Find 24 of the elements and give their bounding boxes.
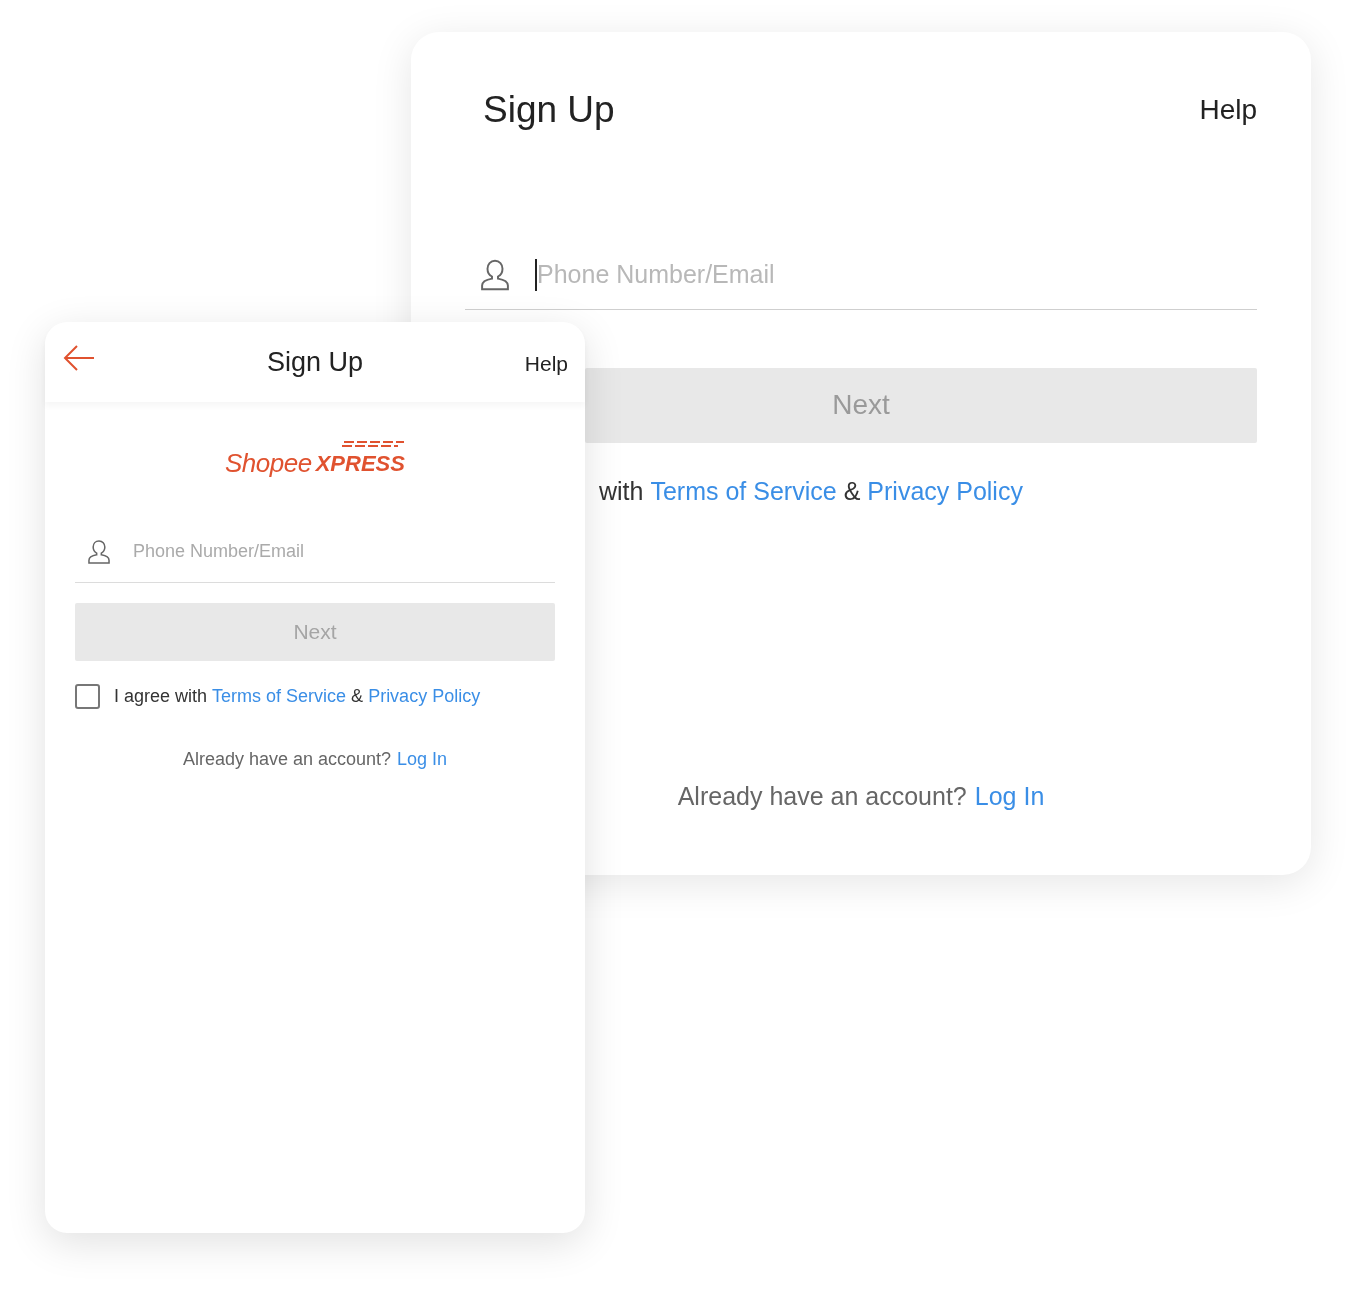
ampersand-text: &	[351, 685, 364, 708]
help-link[interactable]: Help	[1199, 88, 1257, 131]
agree-checkbox[interactable]	[75, 684, 100, 709]
next-button[interactable]: Next	[585, 367, 1257, 443]
ampersand-text: &	[843, 475, 861, 507]
phone-email-field[interactable]: Phone Number/Email	[537, 256, 1257, 294]
terms-link[interactable]: Terms of Service	[212, 683, 347, 710]
privacy-link[interactable]: Privacy Policy	[867, 472, 1023, 510]
login-link[interactable]: Log In	[974, 778, 1045, 816]
back-arrow-icon[interactable]	[63, 344, 95, 372]
agreement-text: with	[599, 475, 644, 507]
next-button[interactable]: Next	[75, 603, 555, 661]
phone-email-field[interactable]: Phone Number/Email	[133, 538, 555, 565]
agreement-text: I agree with	[114, 685, 208, 708]
login-link[interactable]: Log In	[397, 746, 448, 773]
terms-link[interactable]: Terms of Service	[650, 472, 837, 510]
page-title: Sign Up	[266, 345, 364, 379]
page-title: Sign Up	[483, 88, 615, 132]
user-icon	[85, 537, 113, 566]
privacy-link[interactable]: Privacy Policy	[368, 683, 481, 710]
login-prompt: Already have an account?	[677, 781, 967, 812]
shopee-xpress-logo: ShopeeXPRESS	[225, 444, 405, 483]
help-link[interactable]: Help	[524, 348, 568, 380]
login-prompt: Already have an account?	[182, 748, 392, 771]
